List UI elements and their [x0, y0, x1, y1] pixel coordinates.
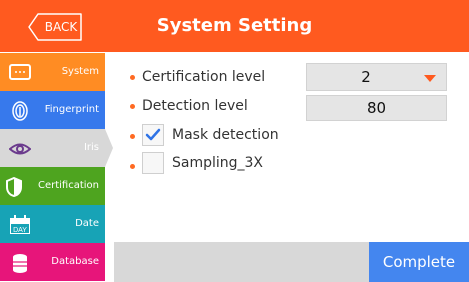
eye-icon — [8, 139, 32, 159]
sampling-checkbox[interactable] — [142, 152, 164, 174]
sidebar-item-label: Database — [51, 256, 99, 267]
mask-detection-label: Mask detection — [172, 127, 279, 143]
certification-level-label: Certification level — [142, 69, 266, 85]
sidebar-item-iris[interactable]: Iris — [0, 129, 114, 167]
database-icon — [9, 253, 31, 273]
sidebar-item-label: Date — [75, 218, 99, 229]
sidebar-item-label: Iris — [83, 142, 99, 153]
sidebar-item-database[interactable]: Database — [0, 243, 105, 281]
sidebar-item-fingerprint[interactable]: Fingerprint — [0, 91, 105, 129]
dropdown-arrow-icon — [424, 75, 436, 82]
sidebar-item-label: Certification — [37, 180, 99, 191]
sidebar-item-label: Fingerprint — [44, 104, 99, 115]
sampling-label: Sampling_3X — [172, 155, 264, 171]
monitor-icon — [9, 63, 31, 83]
fingerprint-icon — [9, 101, 31, 121]
shield-icon — [6, 176, 22, 198]
detection-level-field[interactable]: 80 — [306, 95, 447, 121]
bullet-dot — [130, 75, 135, 80]
mask-detection-checkbox[interactable] — [142, 124, 164, 146]
sidebar-item-date[interactable]: DAY Date — [0, 205, 105, 243]
bullet-dot — [130, 104, 135, 109]
sidebar-item-system[interactable]: System — [0, 53, 105, 91]
checkmark-icon — [145, 128, 161, 141]
certification-level-select[interactable]: 2 — [306, 63, 447, 91]
bullet-dot — [130, 134, 135, 139]
sidebar-item-label: System — [61, 66, 99, 77]
calendar-day-text: DAY — [13, 227, 27, 234]
complete-button[interactable]: Complete — [369, 242, 469, 282]
bottom-bar — [114, 242, 369, 282]
calendar-icon: DAY — [9, 215, 31, 235]
certification-level-value: 2 — [361, 68, 371, 86]
sidebar-item-certification[interactable]: Certification — [0, 167, 105, 205]
bullet-dot — [130, 164, 135, 169]
detection-level-label: Detection level — [142, 98, 248, 114]
sidebar: System Fingerprint Iris Certification DA… — [0, 52, 114, 282]
back-button[interactable]: BACK — [28, 13, 82, 41]
back-label: BACK — [44, 20, 78, 34]
settings-panel: Certification level 2 Detection level 80… — [114, 52, 469, 282]
